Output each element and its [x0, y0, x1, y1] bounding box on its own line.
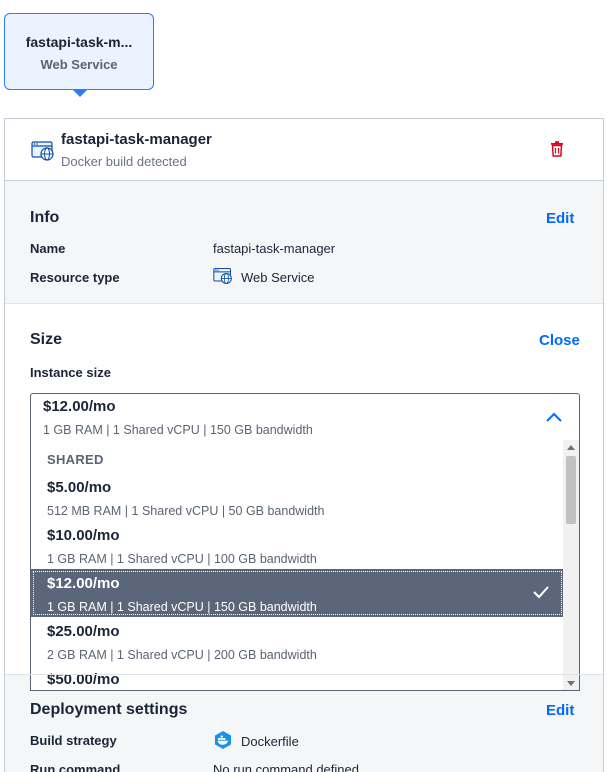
checkmark-icon	[532, 585, 550, 604]
build-strategy-label: Build strategy	[30, 733, 117, 748]
scrollbar-thumb[interactable]	[566, 456, 576, 524]
option-desc: 2 GB RAM | 1 Shared vCPU | 200 GB bandwi…	[47, 648, 317, 662]
name-label: Name	[30, 241, 66, 256]
option-price: $25.00/mo	[47, 623, 120, 640]
size-option-selected[interactable]: $12.00/mo 1 GB RAM | 1 Shared vCPU | 150…	[31, 569, 564, 617]
option-desc: 1 GB RAM | 1 Shared vCPU | 100 GB bandwi…	[47, 552, 317, 566]
card-header: fastapi-task-manager Docker build detect…	[5, 119, 603, 181]
instance-size-options: SHARED $5.00/mo 512 MB RAM | 1 Shared vC…	[30, 440, 580, 691]
web-service-icon	[31, 141, 55, 166]
size-close-button[interactable]: Close	[539, 332, 580, 349]
option-group-label: SHARED	[47, 452, 104, 467]
size-option[interactable]: $10.00/mo 1 GB RAM | 1 Shared vCPU | 100…	[31, 521, 564, 569]
trash-icon[interactable]	[550, 141, 564, 162]
size-section-title: Size	[30, 331, 63, 348]
deployment-edit-button[interactable]: Edit	[546, 702, 574, 719]
selected-price: $12.00/mo	[43, 398, 116, 415]
option-price: $5.00/mo	[47, 479, 112, 496]
instance-size-label: Instance size	[30, 365, 111, 380]
tile-pointer	[72, 89, 88, 97]
component-detail-card: fastapi-task-manager Docker build detect…	[4, 118, 604, 772]
info-edit-button[interactable]: Edit	[546, 210, 574, 227]
option-price: $10.00/mo	[47, 527, 120, 544]
info-section-title: Info	[30, 209, 60, 226]
resource-type-label: Resource type	[30, 270, 120, 285]
build-strategy-value: Dockerfile	[213, 730, 299, 753]
size-option[interactable]: $50.00/mo	[31, 665, 564, 690]
instance-size-select[interactable]: $12.00/mo 1 GB RAM | 1 Shared vCPU | 150…	[30, 393, 580, 441]
component-tile[interactable]: fastapi-task-m... Web Service	[4, 13, 154, 90]
size-option[interactable]: $5.00/mo 512 MB RAM | 1 Shared vCPU | 50…	[31, 473, 564, 521]
component-name: fastapi-task-manager	[61, 131, 212, 148]
name-value: fastapi-task-manager	[213, 241, 335, 256]
chevron-up-icon	[545, 410, 563, 428]
resource-type-value: Web Service	[213, 267, 314, 288]
component-tile-title: fastapi-task-m...	[25, 34, 133, 50]
dropdown-scrollbar[interactable]	[563, 440, 579, 690]
option-price: $12.00/mo	[47, 575, 120, 592]
run-command-label: Run command	[30, 762, 121, 772]
run-command-value: No run command defined	[213, 762, 359, 772]
size-option[interactable]: $25.00/mo 2 GB RAM | 1 Shared vCPU | 200…	[31, 617, 564, 665]
section-divider	[5, 674, 603, 675]
build-detection-text: Docker build detected	[61, 154, 187, 169]
name-value-text: fastapi-task-manager	[213, 241, 336, 256]
option-desc: 1 GB RAM | 1 Shared vCPU | 150 GB bandwi…	[47, 600, 317, 614]
resource-type-text: Web Service	[241, 270, 315, 285]
option-desc: 512 MB RAM | 1 Shared vCPU | 50 GB bandw…	[47, 504, 325, 518]
deployment-section-title: Deployment settings	[30, 701, 188, 718]
component-tile-subtitle: Web Service	[40, 57, 118, 72]
scroll-up-arrow-icon[interactable]	[567, 445, 575, 450]
build-strategy-text: Dockerfile	[241, 734, 299, 749]
selected-desc: 1 GB RAM | 1 Shared vCPU | 150 GB bandwi…	[43, 423, 313, 437]
scroll-down-arrow-icon[interactable]	[567, 681, 575, 686]
docker-icon	[213, 730, 233, 753]
web-service-icon	[213, 267, 233, 288]
run-command-text: No run command defined	[213, 762, 359, 772]
